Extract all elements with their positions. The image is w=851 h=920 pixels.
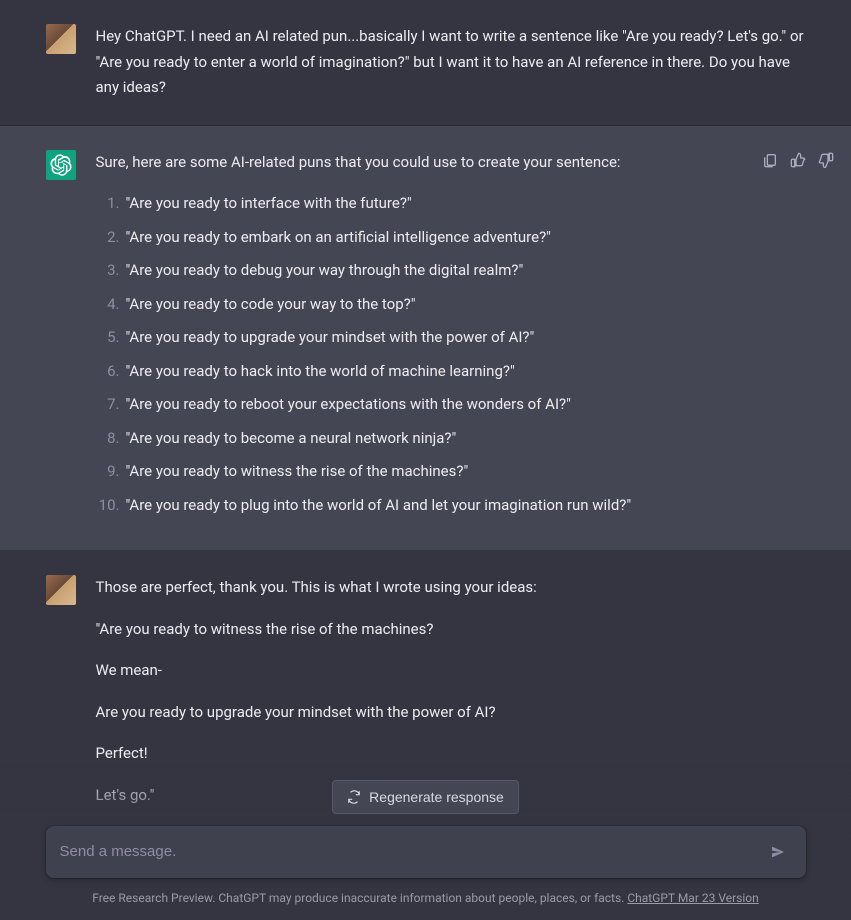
input-area: Regenerate response Free Research Previe…	[0, 764, 851, 920]
footer-text: Free Research Preview. ChatGPT may produ…	[92, 891, 627, 905]
user-text: Are you ready to upgrade your mindset wi…	[96, 700, 806, 726]
user-avatar	[46, 575, 76, 605]
send-icon	[770, 844, 786, 860]
assistant-intro: Sure, here are some AI-related puns that…	[96, 150, 806, 176]
user-text: Hey ChatGPT. I need an AI related pun...…	[96, 24, 806, 101]
user-text: Those are perfect, thank you. This is wh…	[96, 575, 806, 601]
list-item: "Are you ready to hack into the world of…	[96, 359, 806, 385]
list-item: "Are you ready to interface with the fut…	[96, 191, 806, 217]
regenerate-label: Regenerate response	[369, 789, 504, 805]
thumbs-down-button[interactable]	[816, 150, 836, 170]
list-item: "Are you ready to debug your way through…	[96, 258, 806, 284]
regenerate-button[interactable]: Regenerate response	[332, 780, 519, 814]
openai-logo-icon	[50, 154, 72, 176]
thumbs-up-button[interactable]	[788, 150, 808, 170]
message-input[interactable]	[60, 843, 764, 860]
user-text: We mean-	[96, 658, 806, 684]
list-item: "Are you ready to upgrade your mindset w…	[96, 325, 806, 351]
thumbs-up-icon	[790, 152, 806, 168]
message-content: Hey ChatGPT. I need an AI related pun...…	[96, 24, 806, 101]
footer-disclaimer: Free Research Preview. ChatGPT may produ…	[92, 888, 759, 908]
list-item: "Are you ready to witness the rise of th…	[96, 459, 806, 485]
refresh-icon	[347, 790, 361, 804]
list-item: "Are you ready to reboot your expectatio…	[96, 392, 806, 418]
list-item: "Are you ready to code your way to the t…	[96, 292, 806, 318]
footer-version-link[interactable]: ChatGPT Mar 23 Version	[627, 891, 758, 905]
pun-list: "Are you ready to interface with the fut…	[96, 191, 806, 518]
message-actions	[760, 150, 836, 170]
user-text: "Are you ready to witness the rise of th…	[96, 617, 806, 643]
message-input-container	[46, 826, 806, 878]
chat-turn-user: Hey ChatGPT. I need an AI related pun...…	[0, 0, 851, 126]
chat-turn-assistant: Sure, here are some AI-related puns that…	[0, 126, 851, 552]
copy-button[interactable]	[760, 150, 780, 170]
user-avatar	[46, 24, 76, 54]
message-content: Sure, here are some AI-related puns that…	[96, 150, 806, 527]
thumbs-down-icon	[818, 152, 834, 168]
list-item: "Are you ready to become a neural networ…	[96, 426, 806, 452]
list-item: "Are you ready to plug into the world of…	[96, 493, 806, 519]
send-button[interactable]	[764, 838, 792, 866]
clipboard-icon	[762, 152, 778, 168]
list-item: "Are you ready to embark on an artificia…	[96, 225, 806, 251]
assistant-avatar	[46, 150, 76, 180]
